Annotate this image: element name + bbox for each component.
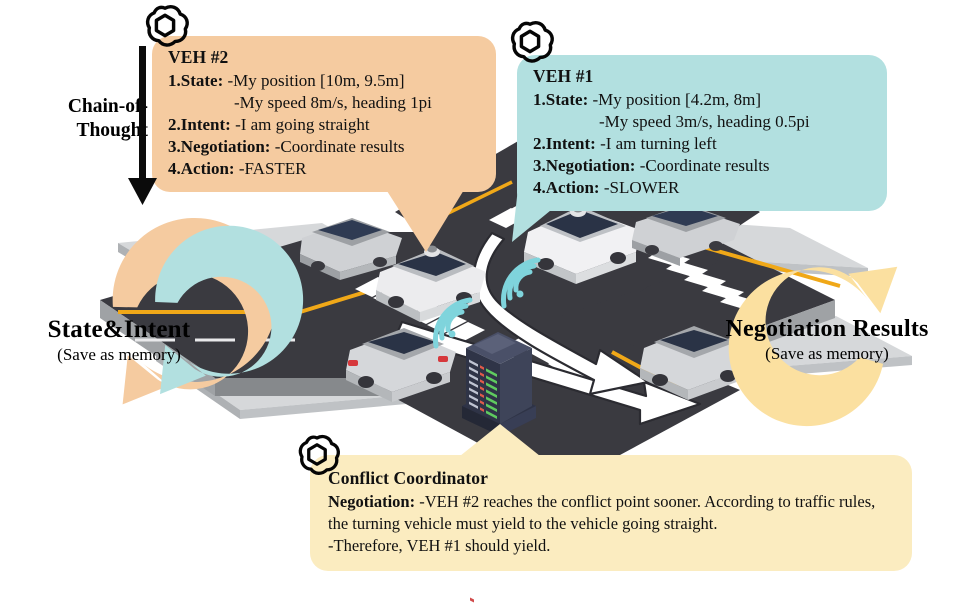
figure-canvas: VEH #2 1.State: -My position [10m, 9.5m]…: [0, 0, 968, 616]
agent-logos: [0, 0, 968, 616]
openai-logo-icon-veh1: [505, 18, 555, 68]
openai-logo-icon-veh2: [140, 2, 190, 52]
openai-logo-icon-coordinator: [293, 432, 341, 480]
